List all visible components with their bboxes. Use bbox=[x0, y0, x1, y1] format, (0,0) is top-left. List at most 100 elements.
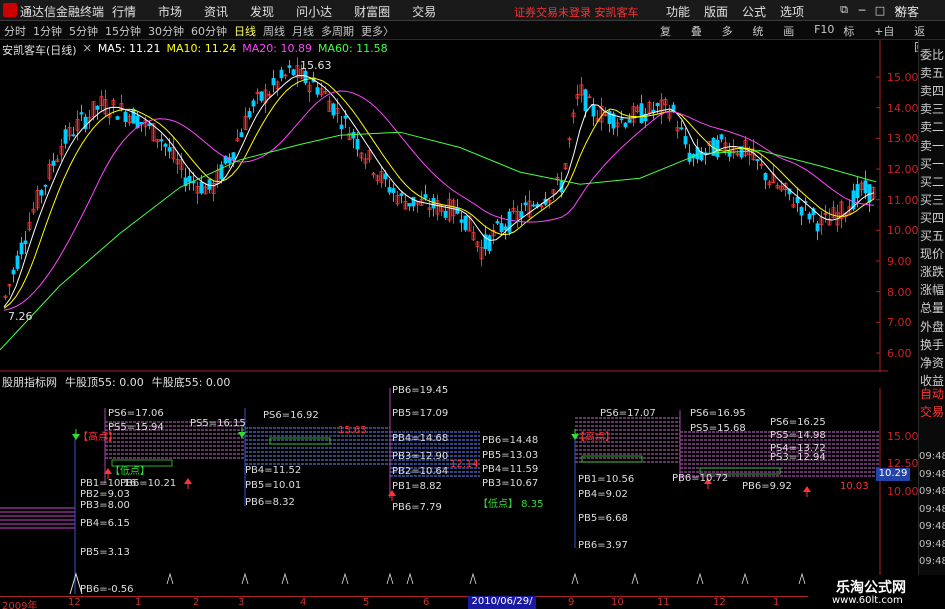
pb-label: PS5=16.15 bbox=[190, 418, 246, 429]
pb-label: PB5=17.09 bbox=[392, 408, 449, 419]
quote-field-label: 涨跌 bbox=[920, 265, 945, 280]
trade-button[interactable]: 交易 bbox=[920, 403, 945, 421]
quote-field-label: 卖二 bbox=[920, 120, 945, 135]
price-tick: 14.00 bbox=[887, 101, 919, 115]
tab-daily[interactable]: 日线 bbox=[234, 23, 256, 39]
low-signal: 【低点】 bbox=[110, 466, 150, 477]
date-tick: 4 bbox=[300, 597, 307, 608]
current-price-box: 10.29 bbox=[876, 468, 910, 481]
quote-field-label: 买三 bbox=[920, 192, 945, 207]
pb-label: PS6=17.06 bbox=[108, 408, 164, 419]
minimize-icon[interactable]: ─ bbox=[854, 2, 870, 18]
watermark-url: www.60lt.com bbox=[832, 595, 903, 606]
pb-label: PB4=9.02 bbox=[578, 489, 628, 500]
tab-5min[interactable]: 5分钟 bbox=[69, 23, 98, 39]
tab-15min[interactable]: 15分钟 bbox=[105, 23, 141, 39]
ma60-label: MA60: 11.58 bbox=[317, 42, 388, 55]
ma5-label: MA5: 11.21 bbox=[97, 42, 161, 55]
high-annotation: 15.63 bbox=[300, 59, 332, 72]
tab-intraday[interactable]: 分时 bbox=[4, 23, 26, 39]
period-tabs: 分时 1分钟 5分钟 15分钟 30分钟 60分钟 日线 周线 月线 多周期 更… bbox=[4, 23, 401, 39]
close-icon[interactable]: ✕ bbox=[83, 42, 92, 58]
menu-item-market[interactable]: 市场 bbox=[158, 3, 182, 20]
pb-label: PB2=10.64 bbox=[392, 466, 449, 477]
date-tick: 9 bbox=[568, 597, 575, 608]
guest-label[interactable]: 游客 bbox=[895, 3, 919, 20]
menu-item-ask[interactable]: 问小达 bbox=[296, 3, 332, 20]
pb-label: PB6=14.48 bbox=[482, 435, 539, 446]
price-tick: 15.00 bbox=[887, 71, 919, 84]
date-tick: 1 bbox=[135, 597, 142, 608]
quote-field-label: 买一 bbox=[920, 156, 945, 171]
quote-field-label: 卖五 bbox=[920, 66, 945, 81]
tab-30min[interactable]: 30分钟 bbox=[148, 23, 184, 39]
pb-label: PB5=6.68 bbox=[578, 513, 628, 524]
restore-icon[interactable]: ⧉ bbox=[836, 2, 852, 18]
auto-button[interactable]: 自动 bbox=[920, 385, 945, 403]
menu-item-formula[interactable]: 公式 bbox=[742, 3, 766, 20]
trade-time: 09:48 bbox=[919, 538, 945, 550]
pb-label: PB4=11.52 bbox=[245, 465, 302, 476]
signal-value: 12.14 bbox=[450, 459, 479, 470]
tab-1min[interactable]: 1分钟 bbox=[33, 23, 62, 39]
menu-item-trade[interactable]: 交易 bbox=[412, 3, 436, 20]
date-tick: 6 bbox=[423, 597, 430, 608]
tab-multi-period[interactable]: 多周期 bbox=[321, 23, 354, 39]
high-signal: 【高点】 bbox=[575, 432, 615, 443]
trade-time: 09:48 bbox=[919, 503, 945, 515]
tab-monthly[interactable]: 月线 bbox=[292, 23, 314, 39]
pb-label: PB5=3.13 bbox=[80, 547, 130, 558]
menu-item-news[interactable]: 资讯 bbox=[204, 3, 228, 20]
pb-label: PB6=19.45 bbox=[392, 385, 449, 396]
price-tick: 12.00 bbox=[887, 163, 919, 176]
pb-label: PB3=8.00 bbox=[80, 500, 130, 511]
price-tick: 6.00 bbox=[887, 347, 912, 360]
pb-label: PB4=14.68 bbox=[392, 433, 449, 444]
tab-60min[interactable]: 60分钟 bbox=[191, 23, 227, 39]
date-tick: 2009年 bbox=[2, 601, 38, 609]
trade-time: 09:48 bbox=[919, 486, 945, 497]
quote-field-label: 卖四 bbox=[920, 84, 945, 99]
pb-label: PS3=12.94 bbox=[770, 452, 826, 463]
quote-field-label: 现价 bbox=[920, 247, 945, 262]
pb-label: PB4=11.59 bbox=[482, 464, 539, 475]
trade-time: 09:48 bbox=[919, 556, 945, 567]
candlestick-chart[interactable] bbox=[0, 40, 888, 372]
menu-item-layout[interactable]: 版面 bbox=[704, 3, 728, 20]
menu-item-options[interactable]: 选项 bbox=[780, 3, 804, 20]
trade-time: 09:48 bbox=[919, 468, 945, 480]
stock-label: 安凯客车(日线) bbox=[2, 44, 77, 57]
date-tick: 5 bbox=[363, 597, 370, 608]
date-tick: 1 bbox=[773, 597, 780, 608]
title-bar: 通达信金融终端 行情 市场 资讯 发现 问小达 财富圈 交易 证券交易未登录 安… bbox=[0, 0, 945, 21]
date-tick: 2 bbox=[193, 597, 200, 608]
date-cursor: 2010/06/29/二 bbox=[468, 596, 536, 609]
quote-field-label: 净资 bbox=[920, 355, 945, 370]
pb-label: PS5=14.98 bbox=[770, 430, 826, 441]
maximize-icon[interactable]: □ bbox=[872, 2, 888, 18]
app-logo-icon bbox=[3, 3, 17, 17]
right-menu: 功能 版面 公式 选项 bbox=[666, 3, 818, 20]
tab-weekly[interactable]: 周线 bbox=[263, 23, 285, 39]
tab-more[interactable]: 更多〉 bbox=[361, 23, 394, 39]
quote-field-label: 买五 bbox=[920, 229, 945, 243]
menu-item-discover[interactable]: 发现 bbox=[250, 3, 274, 20]
ma10-label: MA10: 11.24 bbox=[166, 42, 237, 55]
quote-field-label: 涨幅 bbox=[920, 283, 945, 298]
menu-item-function[interactable]: 功能 bbox=[666, 3, 690, 20]
quote-field-label: 委比 bbox=[920, 48, 945, 62]
menu-item-quotes[interactable]: 行情 bbox=[112, 3, 136, 20]
price-tick: 10.00 bbox=[887, 224, 919, 238]
high-price: 15.63 bbox=[338, 425, 367, 436]
pb-label: PB6=3.97 bbox=[578, 540, 628, 551]
price-tick: 9.00 bbox=[887, 255, 912, 268]
pb-label: PB6=9.92 bbox=[742, 481, 792, 492]
watermark-title: 乐淘公式网 bbox=[836, 580, 906, 596]
pb-label: PB6=10.21 bbox=[120, 478, 177, 489]
high-signal: 【高点】 bbox=[78, 432, 118, 443]
pb-label: PB1=8.82 bbox=[392, 481, 442, 492]
quote-field-label: 买四 bbox=[920, 210, 945, 225]
quote-field-label: 卖一 bbox=[920, 138, 945, 153]
menu-item-wealth[interactable]: 财富圈 bbox=[354, 3, 390, 20]
trade-time: 09:48 bbox=[919, 521, 945, 532]
